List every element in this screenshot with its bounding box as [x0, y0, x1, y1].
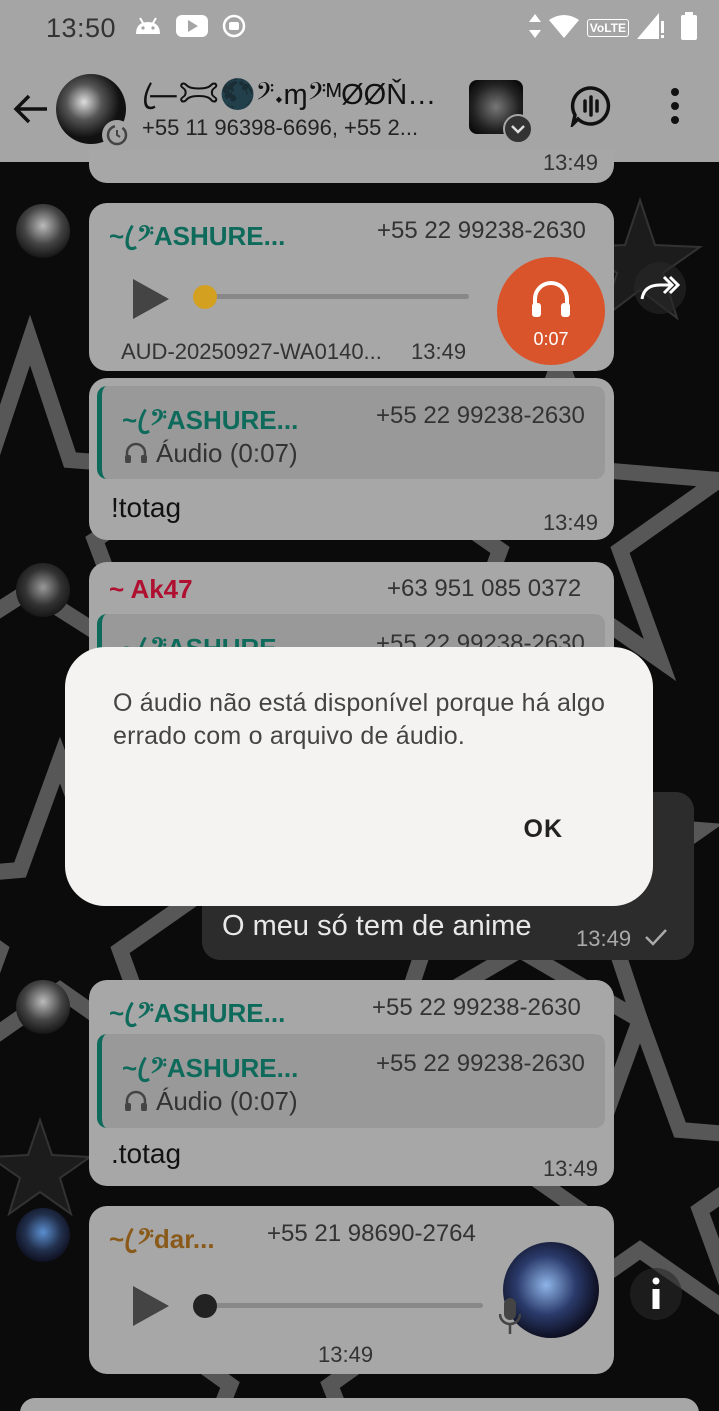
alert-dialog: O áudio não está disponível porque há al… [65, 647, 653, 906]
dialog-message: O áudio não está disponível porque há al… [113, 689, 606, 750]
ok-button[interactable]: OK [524, 815, 564, 844]
